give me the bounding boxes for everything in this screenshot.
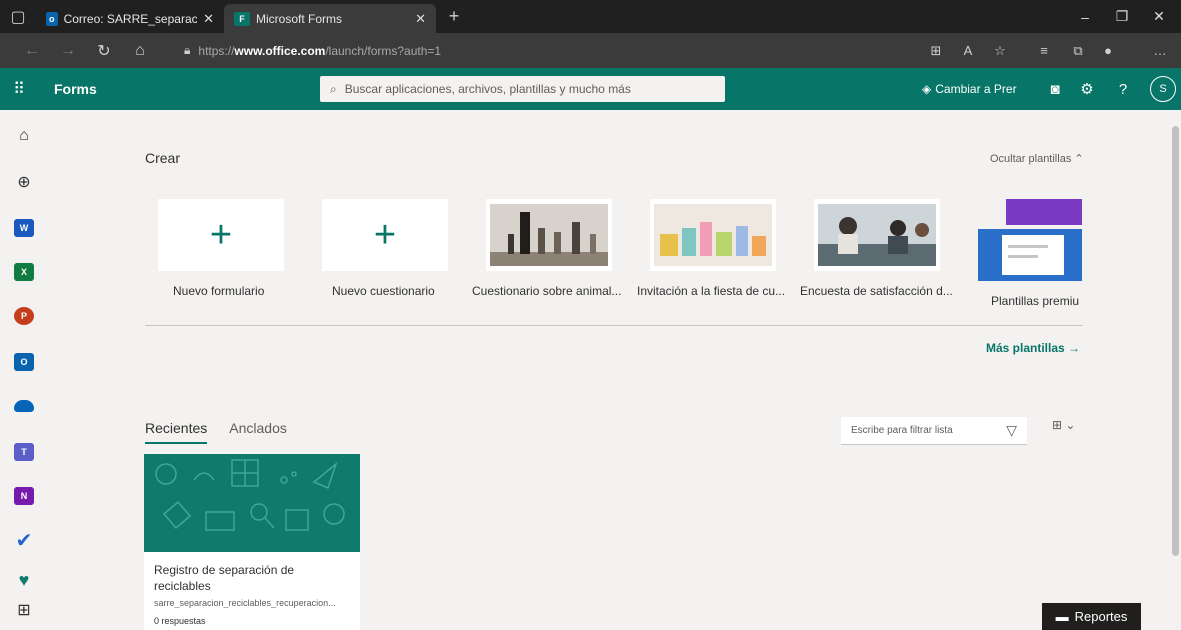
arrow-right-icon: → — [1068, 341, 1081, 355]
refresh-icon[interactable]: ↻ — [86, 36, 122, 66]
hide-templates-link[interactable]: Ocultar plantillas ⌃ — [990, 152, 1084, 165]
powerpoint-icon[interactable]: P — [12, 304, 36, 328]
template-premium-card[interactable] — [978, 199, 1082, 281]
more-icon[interactable]: … — [1144, 33, 1176, 68]
template-satisfaction-card[interactable] — [814, 199, 940, 271]
lock-icon: 🔒︎ — [184, 43, 191, 57]
template-animals-card[interactable] — [486, 199, 612, 271]
viva-icon[interactable]: ♥ — [12, 568, 36, 592]
profile-icon[interactable]: ● — [1092, 33, 1124, 68]
chess-thumbnail — [490, 204, 608, 266]
card-label: Invitación a la fiesta de cu... — [637, 284, 786, 298]
template-party-card[interactable] — [650, 199, 776, 271]
search-box[interactable]: ⌕ Buscar aplicaciones, archivos, plantil… — [320, 76, 725, 102]
filter-input[interactable]: Escribe para filtrar lista ▽ — [841, 417, 1027, 445]
outlook-icon[interactable]: O — [12, 350, 36, 374]
read-aloud-icon[interactable]: A — [952, 33, 984, 68]
section-divider — [145, 325, 1083, 326]
new-form-card[interactable]: + — [158, 199, 284, 271]
party-thumbnail — [654, 204, 772, 266]
search-input[interactable]: Buscar aplicaciones, archivos, plantilla… — [345, 82, 631, 96]
form-filename: sarre_separacion_reciclables_recuperacio… — [154, 598, 336, 608]
onedrive-icon[interactable] — [12, 394, 36, 418]
excel-icon[interactable]: X — [12, 260, 36, 284]
favorites-icon[interactable]: ≡ — [1028, 33, 1060, 68]
meeting-thumbnail — [818, 204, 936, 266]
scrollbar[interactable] — [1170, 110, 1181, 630]
card-label: Nuevo cuestionario — [332, 284, 435, 298]
close-icon[interactable]: ✕ — [415, 11, 426, 27]
upgrade-premium-button[interactable]: ◈ Cambiar a Prer — [922, 68, 1017, 110]
new-quiz-card[interactable]: + — [322, 199, 448, 271]
close-window-icon[interactable]: ✕ — [1137, 0, 1181, 33]
section-title-create: Crear — [145, 150, 181, 166]
scrollbar-thumb[interactable] — [1172, 126, 1179, 556]
left-app-rail: ⌂ ⊕ W X P O T N ✔ ♥ ⊞ — [0, 110, 48, 630]
main-content: Crear Ocultar plantillas ⌃ + + Nuevo for… — [48, 110, 1170, 630]
browser-address-bar: ← → ↻ ⌂ 🔒︎ https://www.office.com/launch… — [0, 33, 1181, 68]
form-banner — [144, 454, 360, 552]
chevron-up-icon: ⌃ — [1074, 153, 1084, 165]
tab-actions-icon[interactable]: ▢ — [0, 2, 36, 32]
app-name[interactable]: Forms — [54, 81, 97, 97]
tab-title: Correo: SARRE_separacion_recicl — [63, 11, 198, 26]
card-label: Nuevo formulario — [173, 284, 265, 298]
card-label: Cuestionario sobre animal... — [472, 284, 622, 298]
teams-icon[interactable]: T — [12, 440, 36, 464]
back-icon[interactable]: ← — [14, 36, 50, 66]
plus-icon: + — [373, 214, 397, 256]
report-button[interactable]: ▬ Reportes — [1042, 603, 1141, 630]
browser-tab-outlook[interactable]: o Correo: SARRE_separacion_recicl ✕ — [36, 4, 224, 33]
outlook-icon: o — [46, 11, 58, 26]
premium-label: Cambiar a Prer — [935, 82, 1017, 96]
url-field[interactable]: 🔒︎ https://www.office.com/launch/forms?a… — [172, 37, 1012, 64]
todo-icon[interactable]: ✔ — [12, 528, 36, 552]
app-launcher-icon[interactable]: ⠿ — [0, 68, 38, 110]
avatar[interactable]: S — [1150, 76, 1176, 102]
browser-tab-forms[interactable]: F Microsoft Forms ✕ — [224, 4, 436, 33]
plus-icon: + — [209, 214, 233, 256]
new-tab-icon[interactable]: + — [436, 2, 472, 32]
url-text: https://www.office.com/launch/forms?auth… — [198, 43, 442, 58]
diamond-icon: ◈ — [922, 82, 932, 96]
home-icon[interactable]: ⌂ — [122, 36, 158, 66]
recent-tabs: Recientes Anclados — [145, 420, 287, 444]
more-templates-link[interactable]: Más plantillas → — [986, 341, 1080, 355]
help-icon[interactable]: ? — [1106, 68, 1140, 110]
form-title: Registro de separación de reciclables — [154, 563, 295, 593]
create-icon[interactable]: ⊕ — [12, 170, 36, 194]
form-response-count: 0 respuestas — [154, 616, 206, 626]
comment-icon: ▬ — [1055, 609, 1069, 624]
settings-icon[interactable]: ⚙ — [1070, 68, 1104, 110]
recent-form-card[interactable]: Registro de separación de reciclables sa… — [144, 454, 360, 630]
view-toggle-icon[interactable]: ⊞ ⌄ — [1052, 418, 1075, 432]
app-available-icon[interactable]: ⊞ — [920, 33, 952, 68]
add-favorite-icon[interactable]: ☆ — [984, 33, 1016, 68]
collections-icon[interactable]: ⧉ — [1062, 33, 1094, 68]
close-icon[interactable]: ✕ — [203, 11, 214, 27]
form-pattern-graphic — [155, 459, 345, 531]
browser-tab-bar: ▢ o Correo: SARRE_separacion_recicl ✕ F … — [0, 0, 1181, 33]
home-icon[interactable]: ⌂ — [12, 124, 36, 148]
tab-title: Microsoft Forms — [256, 11, 343, 26]
card-label: Encuesta de satisfacción d... — [800, 284, 953, 298]
card-label: Plantillas premiu — [991, 294, 1080, 308]
tab-pinned[interactable]: Anclados — [229, 420, 287, 444]
search-icon: ⌕ — [330, 81, 337, 96]
app-header: ⠿ Forms ⌕ Buscar aplicaciones, archivos,… — [0, 68, 1181, 110]
notifications-icon[interactable]: ◙ — [1038, 68, 1072, 110]
onenote-icon[interactable]: N — [12, 484, 36, 508]
word-icon[interactable]: W — [12, 216, 36, 240]
tab-recent[interactable]: Recientes — [145, 420, 208, 444]
premium-thumbnail — [978, 199, 1082, 281]
filter-icon[interactable]: ▽ — [1006, 422, 1017, 439]
forms-icon: F — [234, 11, 250, 26]
forward-icon[interactable]: → — [50, 36, 86, 66]
all-apps-icon[interactable]: ⊞ — [12, 598, 36, 622]
